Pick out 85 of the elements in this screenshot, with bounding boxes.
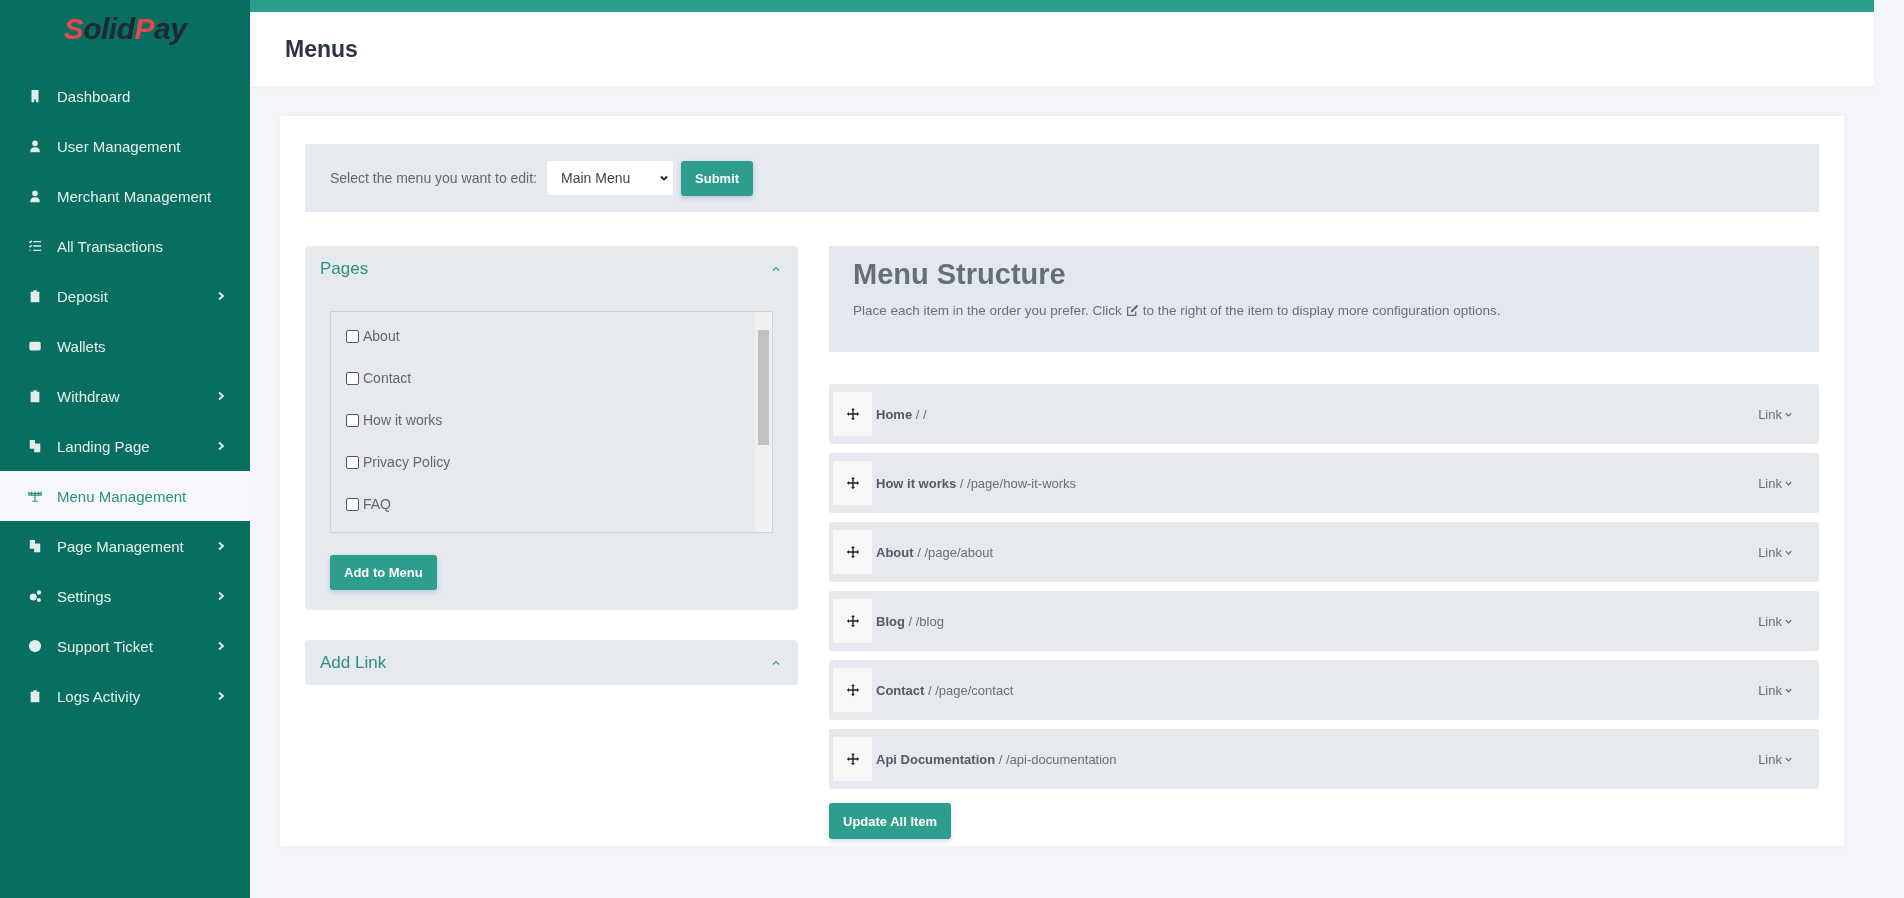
menu-item[interactable]: Home / / Link (829, 384, 1819, 444)
clipboard-icon (28, 289, 42, 303)
item-type-toggle[interactable]: Link (1758, 682, 1793, 698)
sidebar-item[interactable]: Page Management (0, 521, 250, 571)
move-icon (845, 407, 860, 421)
sidebar-item[interactable]: Landing Page (0, 421, 250, 471)
add-to-menu-button[interactable]: Add to Menu (330, 555, 437, 590)
drag-handle[interactable] (833, 737, 872, 781)
sidebar-item[interactable]: Logs Activity (0, 671, 250, 721)
item-type-toggle[interactable]: Link (1758, 544, 1793, 560)
menu-item-label: How it works / /page/how-it-works (876, 475, 1078, 491)
checkbox[interactable] (346, 329, 359, 343)
panel-title: Add Link (320, 652, 387, 673)
menu-item[interactable]: About / /page/about Link (829, 522, 1819, 582)
sidebar-item[interactable]: Settings (0, 571, 250, 621)
chevron-right-icon (216, 691, 226, 701)
move-icon (845, 614, 860, 628)
wallet-icon (28, 339, 42, 353)
item-type-toggle[interactable]: Link (1758, 613, 1793, 629)
page-title: Menus (285, 35, 358, 63)
user-icon (28, 139, 42, 153)
menu-item[interactable]: Api Documentation / /api-documentation Link (829, 729, 1819, 789)
drag-handle[interactable] (833, 668, 872, 712)
menu-item-label: Api Documentation / /api-documentation (876, 751, 1118, 767)
menu-item[interactable]: Contact / /page/contact Link (829, 660, 1819, 720)
chevron-right-icon (216, 441, 226, 451)
menu-item-label: Contact / /page/contact (876, 682, 1015, 698)
sidebar-item[interactable]: Wallets (0, 321, 250, 371)
menu-item[interactable]: How it works / /page/how-it-works Link (829, 453, 1819, 513)
update-all-button[interactable]: Update All Item (829, 803, 952, 839)
menorah-icon (28, 489, 42, 503)
menu-structure-title: Menu Structure (853, 258, 1067, 291)
gears-icon (28, 589, 42, 603)
chevron-right-icon (216, 591, 226, 601)
move-icon (845, 476, 860, 490)
chevron-right-icon (216, 641, 226, 651)
page-option-label: Privacy Policy (363, 454, 451, 470)
documents-icon (28, 439, 42, 453)
drag-handle[interactable] (833, 392, 872, 436)
menu-item[interactable]: Blog / /blog Link (829, 591, 1819, 651)
edit-icon (1125, 304, 1139, 317)
item-type-toggle[interactable]: Link (1758, 475, 1793, 491)
move-icon (845, 545, 860, 559)
sidebar-item[interactable]: Deposit (0, 271, 250, 321)
checklist-icon (28, 239, 42, 253)
description-text: to the right of the item to display more configuration options. (1142, 303, 1501, 318)
checkbox[interactable] (346, 455, 359, 469)
chevron-right-icon (216, 291, 226, 301)
checkbox[interactable] (346, 413, 359, 427)
item-type-toggle[interactable]: Link (1758, 751, 1793, 767)
description-text: Place each item in the order you prefer. Click (853, 303, 1122, 318)
page-option-label: About (363, 328, 400, 344)
sidebar-item[interactable]: Dashboard (0, 71, 250, 121)
caret-icon (659, 173, 669, 183)
drag-handle[interactable] (833, 461, 872, 505)
menu-select[interactable]: Main Menu (547, 161, 673, 195)
page-option-label: Contact (363, 370, 412, 386)
menu-select-label: Select the menu you want to edit: (330, 170, 537, 186)
scrollbar[interactable] (755, 312, 772, 532)
item-type-toggle[interactable]: Link (1758, 406, 1793, 422)
chevron-right-icon (216, 391, 226, 401)
documents-icon (28, 539, 42, 553)
chevron-right-icon (216, 541, 226, 551)
sidebar-item[interactable]: Merchant Management (0, 171, 250, 221)
sidebar-item[interactable]: All Transactions (0, 221, 250, 271)
move-icon (845, 683, 860, 697)
sidebar-item[interactable]: User Management (0, 121, 250, 171)
drag-handle[interactable] (833, 599, 872, 643)
panel-title: Pages (320, 258, 369, 279)
page-option-label: How it works (363, 412, 443, 428)
sidebar-item[interactable]: Menu Management (0, 471, 250, 521)
sidebar-item[interactable]: Support Ticket (0, 621, 250, 671)
sidebar-item[interactable]: Withdraw (0, 371, 250, 421)
menu-item-label: Home / / (876, 406, 928, 422)
clipboard-icon (28, 689, 42, 703)
menu-item-label: About / /page/about (876, 544, 995, 560)
checkbox[interactable] (346, 497, 359, 511)
user-icon (28, 189, 42, 203)
submit-button[interactable]: Submit (681, 160, 754, 196)
page-option-label: FAQ (363, 496, 391, 512)
clipboard-icon (28, 389, 42, 403)
menu-item-label: Blog / /blog (876, 613, 945, 629)
drag-handle[interactable] (833, 530, 872, 574)
move-icon (845, 752, 860, 766)
checkbox[interactable] (346, 371, 359, 385)
